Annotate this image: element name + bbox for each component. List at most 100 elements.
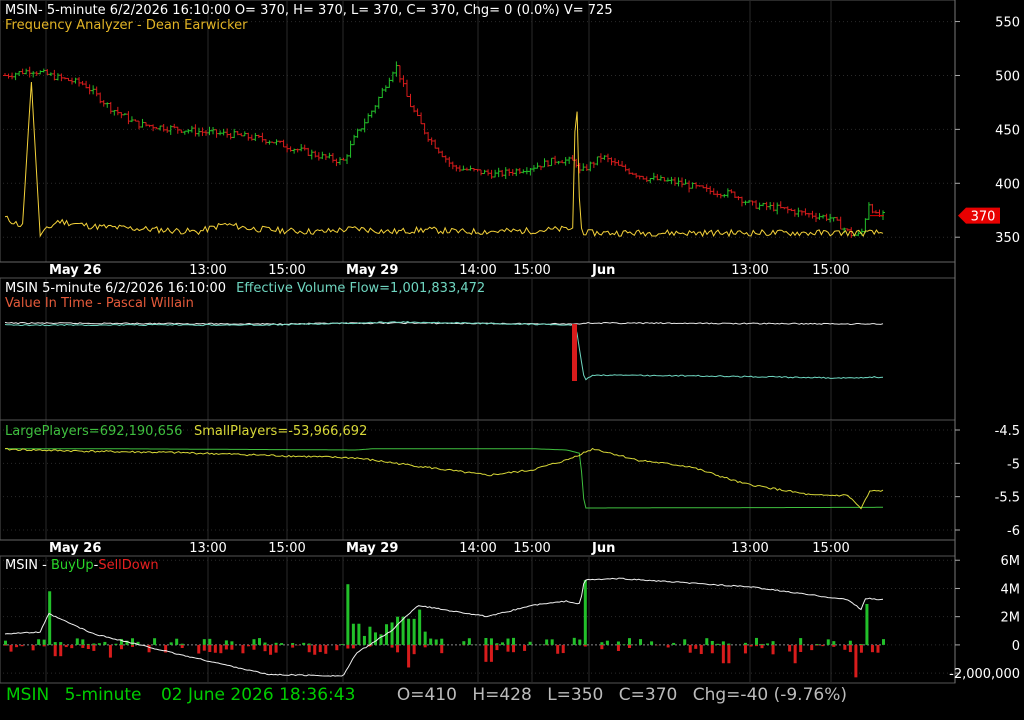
selldown-bar [313,644,317,655]
buyup-selldown-label: MSIN - BuyUp-SellDown [5,558,159,573]
buyup-bar [175,638,179,645]
time-axis-label: May 26 [49,541,101,556]
status-low: L=350 [547,685,604,705]
buyup-bar [429,638,433,645]
selldown-bar [870,644,874,653]
selldown-bar [743,644,747,654]
buyup-bar [53,642,57,645]
selldown-bar [876,644,880,653]
selldown-bar [42,644,46,647]
buyup-bar [754,637,758,645]
buyup-bar [512,637,516,645]
selldown-bar [793,644,797,664]
buyup-bar [202,639,206,645]
selldown-bar [423,644,427,648]
buyup-bar [616,641,620,645]
last-price-tag-label: 370 [971,210,996,225]
selldown-bar [269,644,273,655]
buyup-bar [484,637,488,645]
buyup-bar [434,639,438,645]
time-axis-label: 15:00 [513,263,550,278]
selldown-bar [4,644,7,646]
buyup-bar [346,584,350,645]
buyup-bar [572,637,576,645]
volume-tick-label: 2M [1001,611,1021,626]
selldown-bar [202,644,206,651]
buyup-bar [412,618,416,645]
selldown-bar [346,644,350,649]
selldown-bar [246,644,250,647]
buyup-bar [743,642,747,645]
selldown-bar [489,644,493,662]
buyup-bar [550,639,554,645]
selldown-bar [307,644,311,653]
buyup-bar [180,643,184,645]
buyup-bar [683,639,687,645]
time-axis-label: 15:00 [513,541,550,556]
buyup-bar [495,643,499,645]
buyup-bar [103,641,107,645]
selldown-bar [754,644,758,647]
buyup-bar [622,644,626,645]
buyup-bar [832,641,836,645]
time-axis-label: May 26 [49,263,101,278]
players-tick-label: -4.5 [995,424,1020,439]
buyup-bar [578,639,582,645]
buyup-bar [500,642,504,645]
buyup-bar [407,618,411,645]
status-close: C=370 [618,685,678,705]
selldown-bar [832,644,836,647]
selldown-bar [324,644,328,654]
buyup-bar [351,623,355,645]
buyup-bar [716,643,720,645]
players-tick-label: -5 [1007,457,1020,472]
buyup-bar [440,638,444,645]
selldown-bar [799,644,803,652]
buyup-bar [340,644,344,645]
selldown-bar [108,644,112,658]
selldown-bar [86,644,90,649]
selldown-bar [848,644,852,653]
selldown-bar [627,644,631,648]
time-axis-label: 15:00 [268,263,305,278]
buyup-bar [528,641,532,645]
selldown-bar [224,644,228,650]
status-bar: MSIN 5-minute 02 June 2026 18:36:43 O=41… [6,685,847,705]
buyup-bar [396,616,400,645]
buyup-bar [859,644,863,645]
buyup-bar [362,635,366,645]
buyup-bar [258,638,262,645]
buyup-bar [882,639,885,645]
buyup-bar [467,638,471,645]
selldown-bar [699,644,703,655]
selldown-bar [749,644,753,647]
buyup-bar [280,643,284,645]
selldown-bar [291,644,295,648]
buyup-bar [263,642,267,645]
large-players-label: LargePlayers=692,190,656 [5,424,183,439]
buyup-bar [169,642,173,645]
buyup-bar [705,638,709,645]
selldown-bar [53,644,57,657]
buyup-bar [92,643,96,645]
selldown-bar [815,644,819,646]
buyup-bar [848,640,852,645]
buyup-bar [274,642,278,645]
selldown-bar [15,644,19,648]
players-series-line [4,447,884,510]
buyup-bar [291,643,295,645]
selldown-bar [219,644,223,654]
selldown-bar [600,644,604,650]
players-tick-label: -5.5 [995,491,1020,506]
buyup-bar [208,638,212,645]
time-axis-label: 14:00 [459,263,496,278]
frequency-analyzer-line [4,81,884,238]
selldown-bar [843,644,847,650]
buyup-bar [727,643,731,645]
time-axis-label: 13:00 [731,263,768,278]
selldown-bar [241,644,245,654]
price-tick-label: 400 [995,177,1020,192]
selldown-bar [616,644,620,651]
volume-tick-label: 6M [1001,554,1021,569]
selldown-bar [821,644,825,647]
